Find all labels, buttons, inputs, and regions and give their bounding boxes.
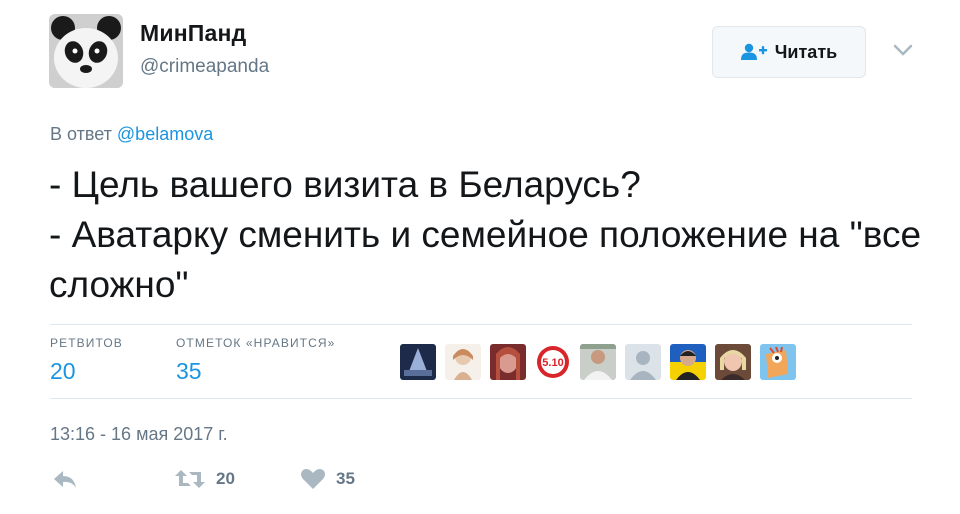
retweets-value: 20 (50, 358, 76, 384)
reply-prefix: В ответ (50, 124, 112, 144)
liker-avatar-3[interactable] (490, 344, 526, 380)
liker-avatar-7[interactable] (670, 344, 706, 380)
likers-list: 5.10 (400, 344, 796, 380)
liker-avatar-6[interactable] (625, 344, 661, 380)
divider-bottom (50, 398, 912, 399)
heart-icon (301, 469, 325, 489)
panda-avatar-icon (49, 14, 123, 88)
reply-context: В ответ @belamova (50, 124, 213, 145)
liker-avatar-2[interactable] (445, 344, 481, 380)
follow-button-label: Читать (774, 41, 838, 62)
follow-button[interactable]: Читать (712, 26, 866, 78)
liker-avatar-8[interactable] (715, 344, 751, 380)
liker-avatar-4-text: 5.10 (542, 357, 563, 369)
author-display-name[interactable]: МинПанд (140, 20, 246, 47)
chevron-down-icon[interactable] (890, 40, 916, 60)
divider-top (50, 324, 912, 325)
reply-mention-link[interactable]: @belamova (117, 124, 213, 144)
retweets-stat[interactable]: РЕТВИТОВ 20 (50, 336, 123, 385)
author-avatar[interactable] (49, 14, 123, 88)
likes-label: ОТМЕТОК «НРАВИТСЯ» (176, 336, 336, 350)
tweet-text: - Цель вашего визита в Беларусь? - Авата… (49, 164, 922, 305)
likes-stat[interactable]: ОТМЕТОК «НРАВИТСЯ» 35 (176, 336, 335, 385)
like-button[interactable]: 35 (300, 468, 355, 490)
tweet-timestamp[interactable]: 13:16 - 16 мая 2017 г. (50, 424, 228, 445)
retweet-button[interactable]: 20 (174, 468, 235, 490)
reply-icon (54, 471, 76, 488)
liker-avatar-9[interactable] (760, 344, 796, 380)
retweet-icon (175, 470, 205, 488)
retweets-label: РЕТВИТОВ (50, 336, 123, 350)
liker-avatar-4[interactable]: 5.10 (535, 344, 571, 380)
add-user-icon (740, 43, 767, 60)
reply-button[interactable] (52, 468, 78, 490)
like-count: 35 (336, 469, 355, 488)
liker-avatar-5[interactable] (580, 344, 616, 380)
likes-value: 35 (176, 358, 202, 384)
author-handle[interactable]: @crimeapanda (140, 56, 269, 78)
liker-avatar-1[interactable] (400, 344, 436, 380)
retweet-count: 20 (216, 469, 235, 488)
